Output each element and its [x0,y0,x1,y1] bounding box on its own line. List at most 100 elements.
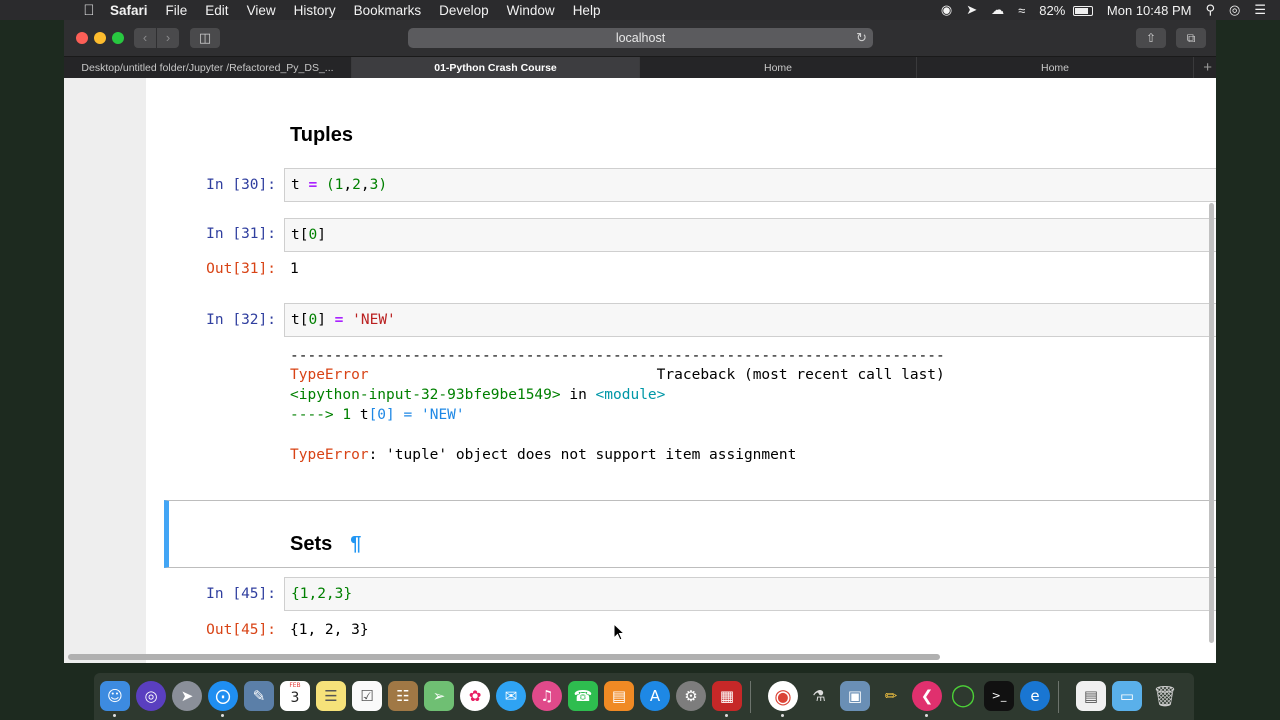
close-window-button[interactable] [76,32,88,44]
safari-icon[interactable]: ⨀ [208,681,238,711]
error-message: : 'tuple' object does not support item a… [368,447,797,463]
photos-icon[interactable]: ✿ [460,681,490,711]
menu-bookmarks[interactable]: Bookmarks [354,3,422,18]
output-45: {1, 2, 3} [290,622,369,638]
output-31: 1 [290,261,299,277]
dock-separator [1058,681,1059,713]
system-preferences-icon[interactable]: ⚙ [676,681,706,711]
preview-icon[interactable]: ✎ [244,681,274,711]
horizontal-scrollbar[interactable] [68,654,940,660]
running-indicator [725,714,728,717]
notification-center-icon[interactable]: ☰ [1254,2,1266,18]
safari-window: ‹ › ◫ localhost ↻ ⇧ ⧉ Desktop/untitled f… [64,20,1216,663]
running-indicator [221,714,224,717]
module-reference: <module> [595,387,666,403]
siri-menu-icon[interactable]: ◎ [1229,2,1240,18]
app-store-icon[interactable]: A [640,681,670,711]
menu-history[interactable]: History [294,3,336,18]
battery-status[interactable]: 82% [1039,3,1093,18]
image-capture-icon[interactable]: ▣ [840,681,870,711]
prompt-in-45: In [45]: [206,586,276,602]
battery-icon [1072,6,1093,17]
tab-label: 01-Python Crash Course [434,62,557,74]
tab-label: Desktop/untitled folder/Jupyter /Refacto… [81,62,334,74]
dock: ☺ ◎ ➤ ⨀ ✎ FEB 3 ☰ ☑ ☷ ➢ ✿ ✉ ♫ ☎ ▤ A ⚙ ▦ ◉… [94,673,1194,720]
anchor-link-icon[interactable]: ¶ [350,533,361,555]
menu-app-safari[interactable]: Safari [110,3,148,18]
pencil-icon[interactable]: ✏ [876,681,906,711]
spotlight-icon[interactable]: ⚲ [1205,2,1215,18]
traceback-error-line: TypeError: 'tuple' object does not suppo… [290,447,797,463]
record-icon[interactable]: ◉ [941,2,952,18]
app-red-icon[interactable]: ▦ [712,681,742,711]
traceback-rule: ----------------------------------------… [290,348,945,364]
notes-icon[interactable]: ☰ [316,681,346,711]
menu-edit[interactable]: Edit [205,3,228,18]
prompt-out-31: Out[31]: [206,261,276,277]
tab-home-1[interactable]: Home [640,57,917,79]
new-tab-button[interactable]: + [1203,57,1212,79]
menu-view[interactable]: View [247,3,276,18]
green-circle-icon[interactable]: ◯ [948,681,978,711]
wifi-icon[interactable]: ≈ [1018,3,1025,18]
edge-icon[interactable]: e [1020,681,1050,711]
clock[interactable]: Mon 10:48 PM [1107,3,1192,18]
menu-develop[interactable]: Develop [439,3,489,18]
apple-menu-icon[interactable]:  [82,2,96,19]
tab-bar: Desktop/untitled folder/Jupyter /Refacto… [64,56,1216,79]
code-cell-30[interactable]: t = (1,2,3) [284,168,1216,202]
tab-jupyter-folder[interactable]: Desktop/untitled folder/Jupyter /Refacto… [64,57,352,79]
menu-window[interactable]: Window [507,3,555,18]
code-cell-45[interactable]: {1,2,3} [284,577,1216,611]
script-editor-icon[interactable]: ⚗ [804,681,834,711]
calendar-icon[interactable]: FEB 3 [280,681,310,711]
trash-icon[interactable]: 🗑 [1150,681,1180,711]
share-icon[interactable]: ⇧ [1136,28,1166,48]
minimize-window-button[interactable] [94,32,106,44]
maps-icon[interactable]: ➢ [424,681,454,711]
documents-icon[interactable]: ▤ [1076,681,1106,711]
messages-icon[interactable]: ✉ [496,681,526,711]
heading-sets: Sets ¶ [290,533,362,555]
notebook-container[interactable]: Tuples In [30]: t = (1,2,3) In [31]: t[0… [146,78,1216,663]
address-text: localhost [615,31,666,45]
browser-toolbar: ‹ › ◫ localhost ↻ ⇧ ⧉ [64,20,1216,56]
ibooks-icon[interactable]: ▤ [604,681,634,711]
heading-tuples: Tuples [290,124,353,146]
chrome-icon[interactable]: ◉ [768,681,798,711]
terminal-icon[interactable]: >_ [984,681,1014,711]
kite-icon[interactable]: ❮ [912,681,942,711]
tab-home-2[interactable]: Home [917,57,1194,79]
address-bar[interactable]: localhost ↻ [408,28,873,48]
selected-markdown-cell[interactable]: Sets ¶ [164,500,1216,568]
battery-percent: 82% [1039,2,1066,18]
airmail-icon[interactable]: ➤ [966,2,977,18]
forward-button[interactable]: › [157,28,179,48]
tab-overview-icon[interactable]: ⧉ [1176,28,1206,48]
dock-separator [750,681,751,713]
code-cell-32[interactable]: t[0] = 'NEW' [284,303,1216,337]
running-indicator [113,714,116,717]
folder-icon[interactable]: ▭ [1112,681,1142,711]
zoom-window-button[interactable] [112,32,124,44]
siri-icon[interactable]: ◎ [136,681,166,711]
sidebar-toggle-icon[interactable]: ◫ [190,28,220,48]
menu-file[interactable]: File [166,3,188,18]
reminders-icon[interactable]: ☑ [352,681,382,711]
finder-icon[interactable]: ☺ [100,681,130,711]
tab-python-crash-course[interactable]: 01-Python Crash Course [352,57,640,79]
vertical-scrollbar[interactable] [1209,203,1214,643]
running-indicator [781,714,784,717]
running-indicator [925,714,928,717]
menu-bar:  Safari File Edit View History Bookmark… [0,0,1280,20]
launchpad-icon[interactable]: ➤ [172,681,202,711]
creative-cloud-icon[interactable]: ☁ [991,2,1004,18]
menu-help[interactable]: Help [573,3,601,18]
reload-icon[interactable]: ↻ [856,28,867,48]
code-cell-31[interactable]: t[0] [284,218,1216,252]
code-line: {1,2,3} [291,586,353,602]
facetime-icon[interactable]: ☎ [568,681,598,711]
itunes-icon[interactable]: ♫ [532,681,562,711]
contacts-icon[interactable]: ☷ [388,681,418,711]
back-button[interactable]: ‹ [134,28,156,48]
